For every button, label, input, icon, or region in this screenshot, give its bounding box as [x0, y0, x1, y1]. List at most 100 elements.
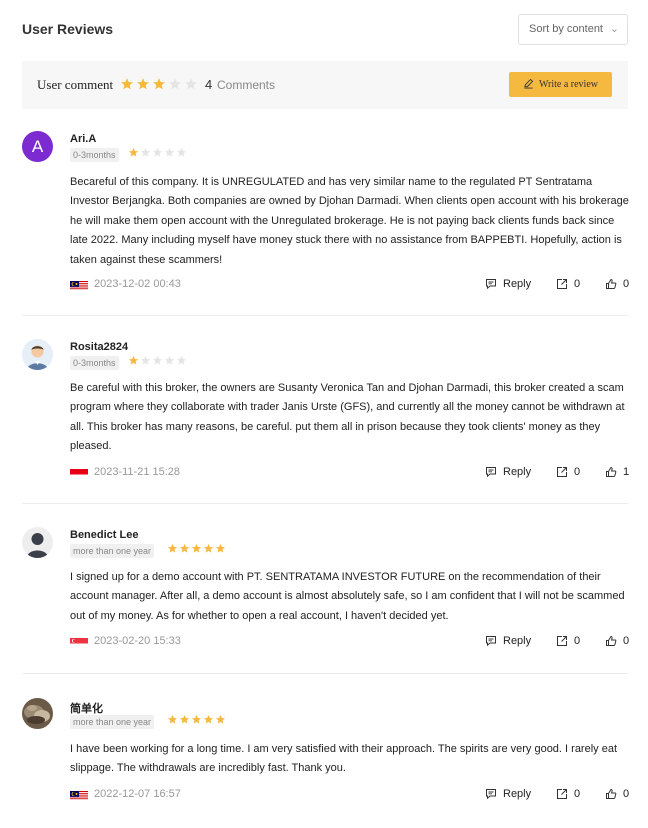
reviews-header: User Reviews Sort by content ⌄ [22, 14, 628, 46]
review-content: Be careful with this broker, the owners … [70, 382, 625, 453]
review-stars [167, 543, 226, 554]
sort-dropdown[interactable]: Sort by content ⌄ [518, 14, 628, 45]
like-count: 0 [623, 635, 630, 647]
malaysia-flag-icon [70, 789, 88, 800]
tenure-badge: 0-3months [70, 356, 119, 370]
pen-icon [523, 78, 534, 92]
share-icon [556, 278, 568, 290]
reviewer-name: Benedict Lee [70, 529, 139, 541]
reply-label: Reply [503, 788, 532, 800]
comment-icon [485, 788, 497, 800]
indonesia-flag-icon [70, 467, 88, 478]
review-date: 2023-11-21 15:28 [94, 466, 181, 478]
review-stars [167, 714, 226, 725]
avatar [22, 698, 53, 729]
like-button[interactable]: 1 [605, 466, 629, 478]
review-date: 2023-12-02 00:43 [94, 278, 181, 290]
star-filled-icon [179, 543, 190, 554]
review-content: I have been working for a long time. I a… [70, 743, 618, 775]
reply-button[interactable]: Reply [485, 788, 531, 800]
avatar: A [22, 131, 53, 162]
share-count: 0 [574, 788, 581, 800]
like-button[interactable]: 0 [605, 635, 629, 647]
star-filled-icon [152, 77, 166, 91]
star-empty-icon [140, 355, 151, 366]
avatar [22, 527, 53, 558]
share-button[interactable]: 0 [556, 788, 580, 800]
share-icon [556, 788, 568, 800]
share-button[interactable]: 0 [556, 278, 580, 290]
reviewer-name: 简单化 [70, 703, 103, 715]
star-filled-icon [179, 714, 190, 725]
share-icon [556, 466, 568, 478]
comment-icon [485, 635, 497, 647]
star-filled-icon [191, 714, 202, 725]
star-empty-icon [140, 147, 151, 158]
chevron-down-icon: ⌄ [609, 23, 619, 35]
write-review-button[interactable]: Write a review [509, 72, 612, 97]
reviewer-name: Rosita2824 [70, 341, 129, 353]
review-content: I signed up for a demo account with PT. … [70, 571, 625, 622]
star-empty-icon [184, 77, 198, 91]
like-button[interactable]: 0 [605, 278, 629, 290]
summary-stars [120, 77, 198, 91]
star-filled-icon [128, 355, 139, 366]
thumbs-up-icon [605, 278, 617, 290]
star-empty-icon [176, 147, 187, 158]
review-meta: 2023-02-20 15:33 Reply 0 0 [70, 634, 629, 650]
share-count: 0 [574, 635, 581, 647]
star-filled-icon [128, 147, 139, 158]
tenure-badge: more than one year [70, 544, 155, 558]
write-review-label: Write a review [538, 79, 598, 90]
star-filled-icon [167, 543, 178, 554]
malaysia-flag-icon [70, 279, 88, 290]
page-title: User Reviews [22, 21, 114, 37]
like-button[interactable]: 0 [605, 788, 629, 800]
share-icon [556, 635, 568, 647]
reply-button[interactable]: Reply [485, 278, 531, 290]
review-meta: 2023-12-02 00:43 Reply 0 0 [70, 277, 629, 293]
star-filled-icon [120, 77, 134, 91]
star-filled-icon [215, 543, 226, 554]
share-count: 0 [574, 466, 581, 478]
like-count: 0 [623, 278, 630, 290]
reply-label: Reply [503, 466, 532, 478]
comment-count-label: Comments [217, 78, 276, 92]
star-filled-icon [215, 714, 226, 725]
review-stars [128, 355, 187, 366]
review-date: 2023-02-20 15:33 [94, 635, 181, 647]
divider [22, 503, 628, 504]
reply-button[interactable]: Reply [485, 466, 531, 478]
star-empty-icon [176, 355, 187, 366]
thumbs-up-icon [605, 466, 617, 478]
share-button[interactable]: 0 [556, 466, 580, 478]
like-count: 1 [623, 466, 630, 478]
star-filled-icon [167, 714, 178, 725]
review-meta: 2022-12-07 16:57 Reply 0 0 [70, 787, 629, 803]
summary-label: User comment [37, 77, 114, 92]
star-filled-icon [203, 714, 214, 725]
review-meta: 2023-11-21 15:28 Reply 0 1 [70, 465, 629, 481]
avatar [22, 339, 53, 370]
comment-icon [485, 466, 497, 478]
divider [22, 673, 628, 674]
review-content: Becareful of this company. It is UNREGUL… [70, 176, 629, 266]
divider [22, 315, 628, 316]
comment-icon [485, 278, 497, 290]
star-empty-icon [168, 77, 182, 91]
share-button[interactable]: 0 [556, 635, 580, 647]
reply-button[interactable]: Reply [485, 635, 531, 647]
star-empty-icon [164, 355, 175, 366]
star-empty-icon [152, 147, 163, 158]
star-filled-icon [136, 77, 150, 91]
tenure-badge: more than one year [70, 715, 155, 729]
sort-label: Sort by content [529, 23, 603, 35]
review-stars [128, 147, 187, 158]
review-date: 2022-12-07 16:57 [94, 788, 181, 800]
rating-summary: User comment 4 Comments Write a review [22, 61, 628, 109]
share-count: 0 [574, 278, 581, 290]
tenure-badge: 0-3months [70, 148, 119, 162]
star-filled-icon [203, 543, 214, 554]
comment-count: 4 [205, 77, 213, 92]
thumbs-up-icon [605, 788, 617, 800]
